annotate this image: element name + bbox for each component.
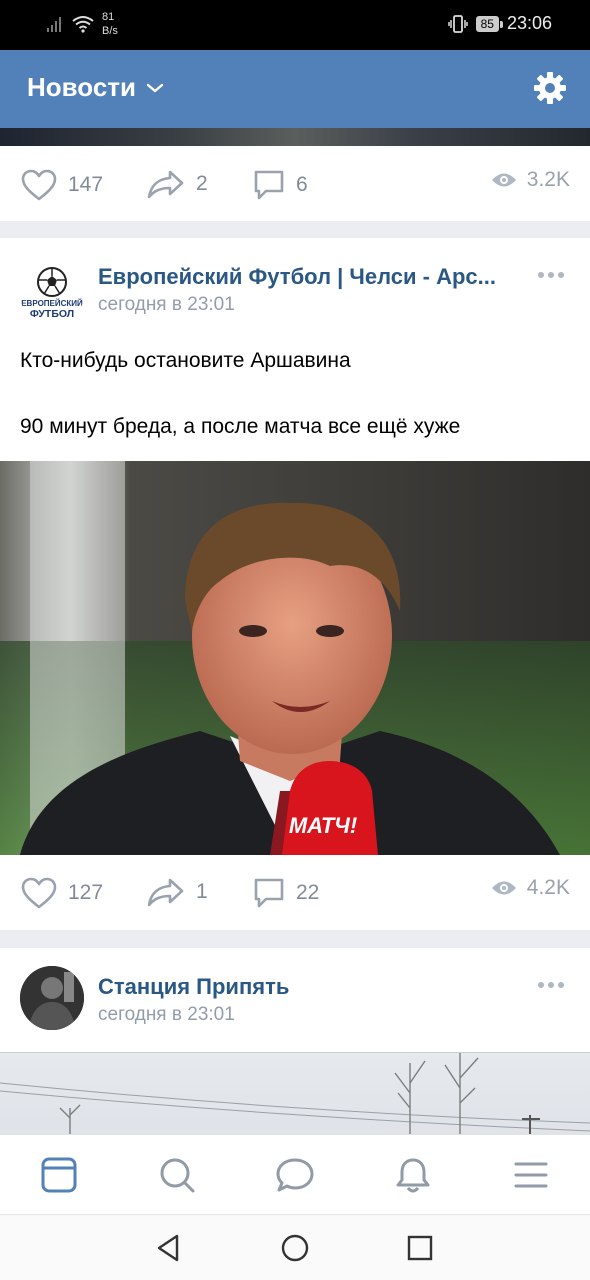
signal-icon — [47, 17, 61, 32]
microphone-label: МАТЧ! — [289, 813, 357, 838]
views-indicator: 4.2K — [491, 876, 570, 900]
share-button[interactable]: 2 — [146, 168, 208, 200]
post-author[interactable]: Станция Припять — [98, 974, 518, 1000]
photo-illustration — [0, 1053, 590, 1138]
status-bar: 81 B/s 85 23:06 — [0, 0, 590, 50]
notifications-icon — [396, 1158, 430, 1193]
post-header: ЕВРОПЕЙСКИЙ ФУТБОЛ Европейский Футбол | … — [0, 238, 590, 328]
page-title: Новости — [27, 72, 137, 102]
community-logo: ЕВРОПЕЙСКИЙ ФУТБОЛ — [20, 262, 84, 326]
bottom-navigation — [0, 1134, 590, 1214]
view-count: 3.2K — [526, 168, 570, 191]
search-icon — [160, 1158, 195, 1193]
like-count: 147 — [68, 173, 104, 196]
gear-icon[interactable] — [532, 70, 568, 106]
more-options-button[interactable] — [538, 982, 564, 988]
nav-news[interactable] — [39, 1155, 79, 1195]
home-icon[interactable] — [280, 1233, 310, 1263]
comment-icon — [254, 170, 284, 200]
post-text-line: 90 минут бреда, а после матча все ещё ху… — [20, 415, 461, 438]
status-time: 23:06 — [506, 13, 552, 33]
like-button[interactable]: 127 — [20, 876, 103, 910]
network-speed-unit: B/s — [102, 25, 118, 37]
share-count: 1 — [196, 880, 208, 903]
views-indicator: 3.2K — [491, 168, 570, 192]
comment-icon — [254, 878, 284, 908]
battery-indicator: 85 — [475, 15, 504, 32]
view-count: 4.2K — [526, 876, 570, 899]
recents-icon[interactable] — [405, 1233, 435, 1263]
news-icon — [41, 1157, 77, 1193]
heart-icon — [21, 877, 57, 909]
post-photo[interactable]: МАТЧ! — [0, 461, 590, 855]
comment-button[interactable]: 6 — [252, 168, 308, 202]
post-text: Кто-нибудь остановите Аршавина 90 минут … — [20, 344, 460, 443]
comment-button[interactable]: 22 — [252, 876, 319, 910]
back-icon[interactable] — [153, 1233, 183, 1263]
avatar-image — [20, 966, 84, 1030]
post-card-previous: 147 2 6 3.2K — [0, 128, 590, 221]
status-left: 81 B/s — [46, 10, 118, 38]
nav-messages[interactable] — [275, 1155, 315, 1195]
logo-text-line1: ЕВРОПЕЙСКИЙ — [21, 299, 83, 308]
post-card: Станция Припять сегодня в 23:01 — [0, 948, 590, 1138]
post-author[interactable]: Европейский Футбол | Челси - Арс... — [98, 264, 518, 290]
like-count: 127 — [68, 881, 104, 904]
messages-icon — [276, 1158, 314, 1192]
post-header: Станция Припять сегодня в 23:01 — [0, 948, 590, 1038]
post-time: сегодня в 23:01 — [98, 1004, 235, 1025]
feed-selector[interactable]: Новости — [27, 72, 164, 103]
share-count: 2 — [196, 172, 208, 195]
network-speed: 81 B/s — [102, 10, 118, 38]
post-image-partial — [0, 128, 590, 146]
post-text-line: Кто-нибудь остановите Аршавина — [20, 349, 351, 372]
nav-menu[interactable] — [511, 1155, 551, 1195]
avatar[interactable] — [20, 966, 84, 1030]
nav-search[interactable] — [157, 1155, 197, 1195]
eye-icon — [491, 173, 516, 187]
post-card: ЕВРОПЕЙСКИЙ ФУТБОЛ Европейский Футбол | … — [0, 238, 590, 930]
post-actions: 127 1 22 4.2K — [0, 868, 590, 918]
post-time: сегодня в 23:01 — [98, 294, 235, 315]
heart-icon — [21, 169, 57, 201]
share-icon — [147, 170, 184, 199]
menu-icon — [514, 1162, 548, 1188]
eye-icon — [491, 881, 516, 895]
comment-count: 6 — [296, 173, 308, 196]
more-options-button[interactable] — [538, 272, 564, 278]
like-button[interactable]: 147 — [20, 168, 103, 202]
comment-count: 22 — [296, 881, 320, 904]
system-navigation — [0, 1214, 590, 1280]
post-photo-partial[interactable] — [0, 1052, 590, 1138]
vibrate-icon — [447, 14, 468, 33]
photo-illustration: МАТЧ! — [0, 461, 590, 855]
share-icon — [147, 878, 184, 907]
chevron-down-icon — [146, 83, 164, 92]
logo-text-line2: ФУТБОЛ — [30, 308, 74, 320]
status-right: 85 23:06 — [447, 13, 552, 34]
network-speed-value: 81 — [102, 11, 115, 23]
post-actions: 147 2 6 3.2K — [0, 160, 590, 210]
share-button[interactable]: 1 — [146, 876, 208, 908]
avatar[interactable]: ЕВРОПЕЙСКИЙ ФУТБОЛ — [20, 262, 84, 326]
wifi-icon — [72, 16, 94, 33]
nav-notifications[interactable] — [393, 1155, 433, 1195]
app-header: Новости — [0, 50, 590, 128]
